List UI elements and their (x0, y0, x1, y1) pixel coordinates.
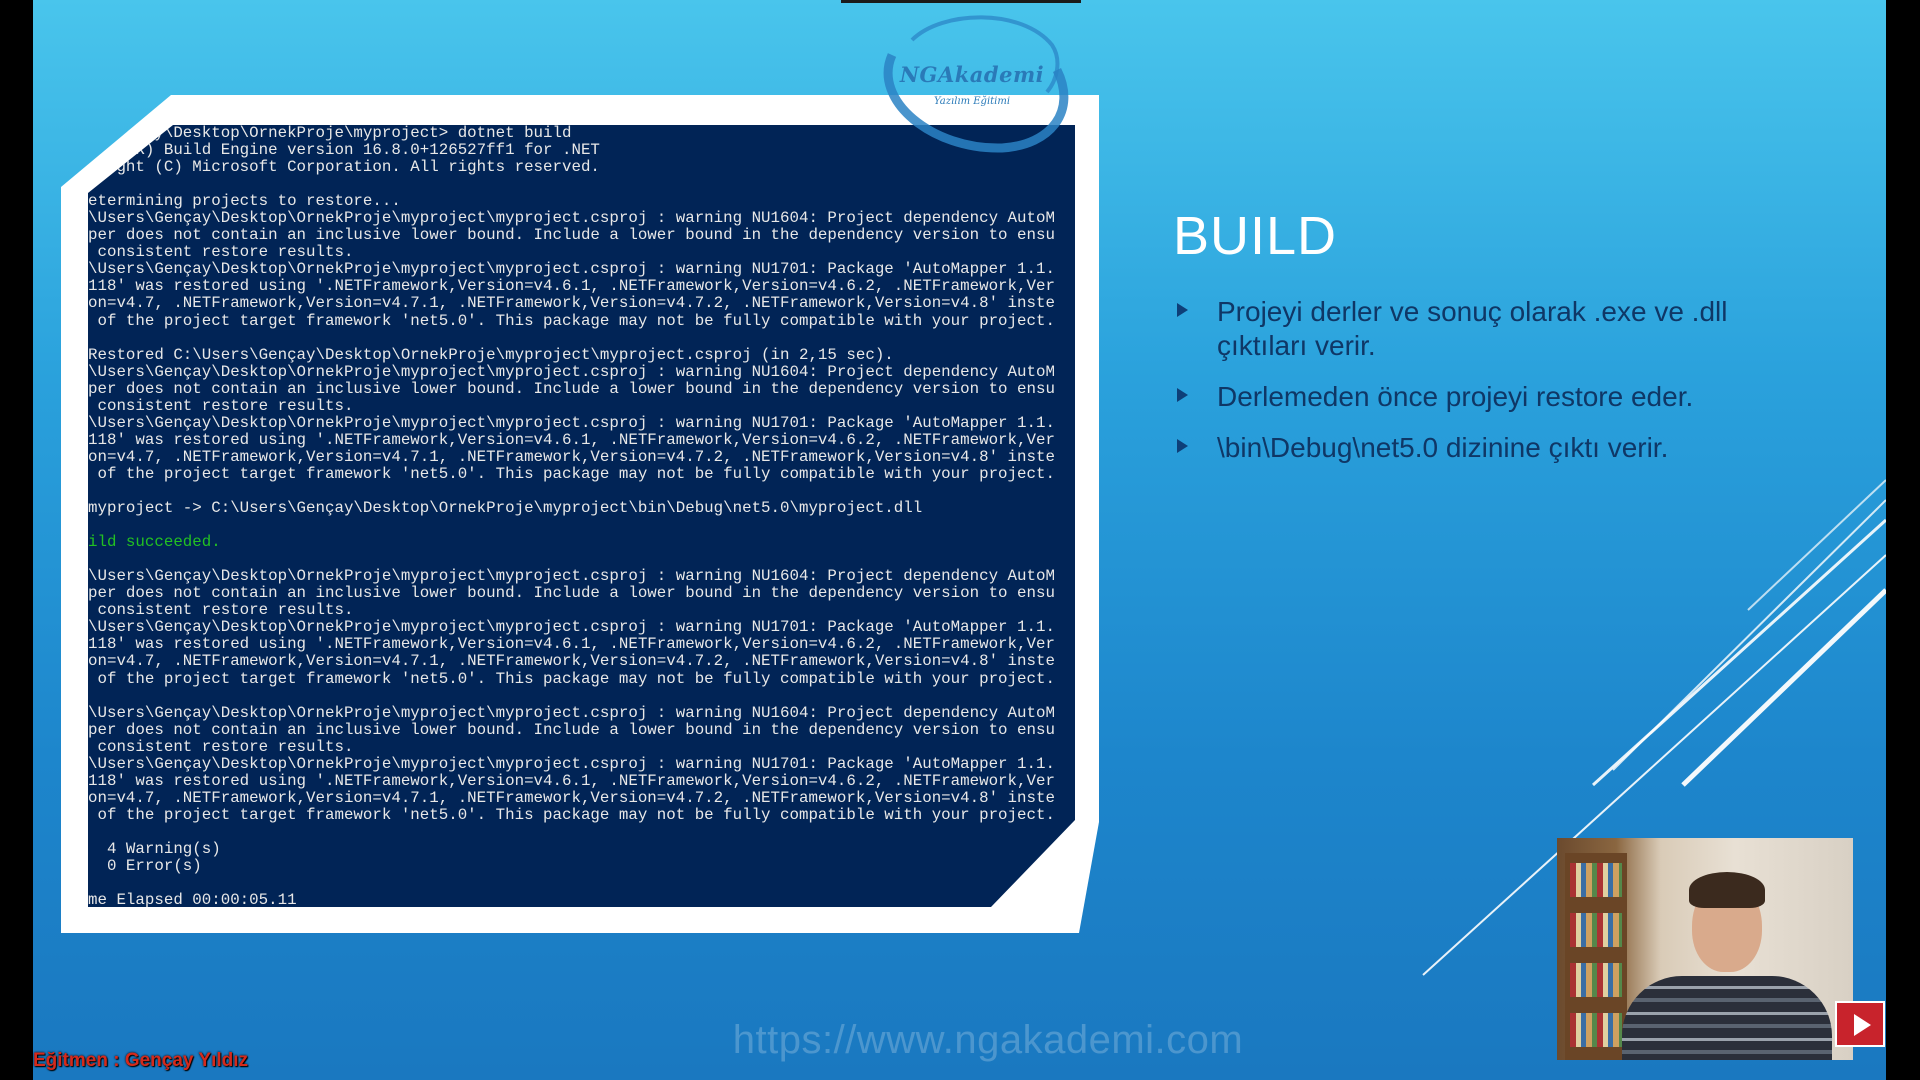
console-output: s\Gençay\Desktop\OrnekProje\myproject> d… (88, 125, 1075, 907)
console-line: \Users\Gençay\Desktop\OrnekProje\myproje… (88, 362, 1055, 381)
console-line: \Users\Gençay\Desktop\OrnekProje\myproje… (88, 260, 1055, 279)
triangle-right-icon (1177, 388, 1188, 402)
bullet-text: \bin\Debug\net5.0 dizinine çıktı verir. (1217, 432, 1669, 463)
bookshelf (1565, 853, 1627, 1060)
console-line: per does not contain an inclusive lower … (88, 379, 1055, 398)
console-line: on=v4.7, .NETFramework,Version=v4.7.1, .… (88, 788, 1055, 807)
logo-subtitle: Yazılım Eğitimi (933, 96, 1011, 107)
powershell-console: s\Gençay\Desktop\OrnekProje\myproject> d… (88, 125, 1075, 907)
bullet-item: \bin\Debug\net5.0 dizinine çıktı verir. (1173, 431, 1733, 465)
logo-name: NGAkademi (899, 62, 1045, 87)
console-line: 118' was restored using '.NETFramework,V… (88, 771, 1055, 790)
console-line: \Users\Gençay\Desktop\OrnekProje\myproje… (88, 209, 1055, 228)
console-line: me Elapsed 00:00:05.11 (88, 891, 297, 907)
console-line: of the project target framework 'net5.0'… (88, 464, 1055, 483)
console-line: \Users\Gençay\Desktop\OrnekProje\myproje… (88, 703, 1055, 722)
triangle-right-icon (1177, 303, 1188, 317)
instructor-label: Eğitmen : Gençay Yıldız (33, 1050, 249, 1071)
website-url: https://www.ngakademi.com (732, 1018, 1244, 1062)
console-line: per does not contain an inclusive lower … (88, 720, 1055, 739)
console-line: \Users\Gençay\Desktop\OrnekProje\myproje… (88, 413, 1055, 432)
console-line: \Users\Gençay\Desktop\OrnekProje\myproje… (88, 618, 1055, 637)
presenter-hair (1689, 872, 1765, 908)
console-line: 0 Error(s) (88, 857, 202, 876)
webcam-overlay (1557, 838, 1853, 1060)
console-line: per does not contain an inclusive lower … (88, 226, 1055, 245)
console-line: on=v4.7, .NETFramework,Version=v4.7.1, .… (88, 652, 1055, 671)
console-line: 118' was restored using '.NETFramework,V… (88, 277, 1055, 296)
console-line: ild succeeded. (88, 533, 221, 552)
bullet-list: Projeyi derler ve sonuç olarak .exe ve .… (1173, 295, 1733, 482)
console-line: of the project target framework 'net5.0'… (88, 805, 1055, 824)
console-line: t (R) Build Engine version 16.8.0+126527… (88, 141, 600, 160)
bullet-text: Derlemeden önce projeyi restore eder. (1217, 381, 1694, 412)
bullet-item: Projeyi derler ve sonuç olarak .exe ve .… (1173, 295, 1733, 363)
console-line: on=v4.7, .NETFramework,Version=v4.7.1, .… (88, 447, 1055, 466)
console-line: ght (C) Microsoft Corporation. All right… (88, 158, 600, 177)
console-line: consistent restore results. (88, 396, 354, 415)
console-line: 118' was restored using '.NETFramework,V… (88, 430, 1055, 449)
console-line: on=v4.7, .NETFramework,Version=v4.7.1, .… (88, 294, 1055, 313)
console-line: consistent restore results. (88, 737, 354, 756)
console-line: of the project target framework 'net5.0'… (88, 669, 1055, 688)
console-line: consistent restore results. (88, 243, 354, 262)
presentation-slide: s\Gençay\Desktop\OrnekProje\myproject> d… (33, 0, 1886, 1080)
console-line: per does not contain an inclusive lower … (88, 584, 1055, 603)
bullet-text: Projeyi derler ve sonuç olarak .exe ve .… (1217, 296, 1728, 361)
ngakademi-logo: NGAkademi Yazılım Eğitimi (852, 0, 1072, 155)
console-line: consistent restore results. (88, 601, 354, 620)
console-line: Restored C:\Users\Gençay\Desktop\OrnekPr… (88, 345, 894, 364)
triangle-right-icon (1177, 439, 1188, 453)
bullet-item: Derlemeden önce projeyi restore eder. (1173, 380, 1733, 414)
console-line: etermining projects to restore... (88, 192, 401, 211)
console-line: 118' was restored using '.NETFramework,V… (88, 635, 1055, 654)
console-line: myproject -> C:\Users\Gençay\Desktop\Orn… (88, 499, 923, 518)
console-line: \Users\Gençay\Desktop\OrnekProje\myproje… (88, 567, 1055, 586)
slide-title: BUILD (1173, 206, 1338, 266)
presenter-body (1622, 976, 1832, 1060)
play-icon[interactable] (1835, 1001, 1885, 1047)
console-line: \Users\Gençay\Desktop\OrnekProje\myproje… (88, 754, 1055, 773)
console-line: of the project target framework 'net5.0'… (88, 311, 1055, 330)
console-line: 4 Warning(s) (88, 839, 221, 858)
